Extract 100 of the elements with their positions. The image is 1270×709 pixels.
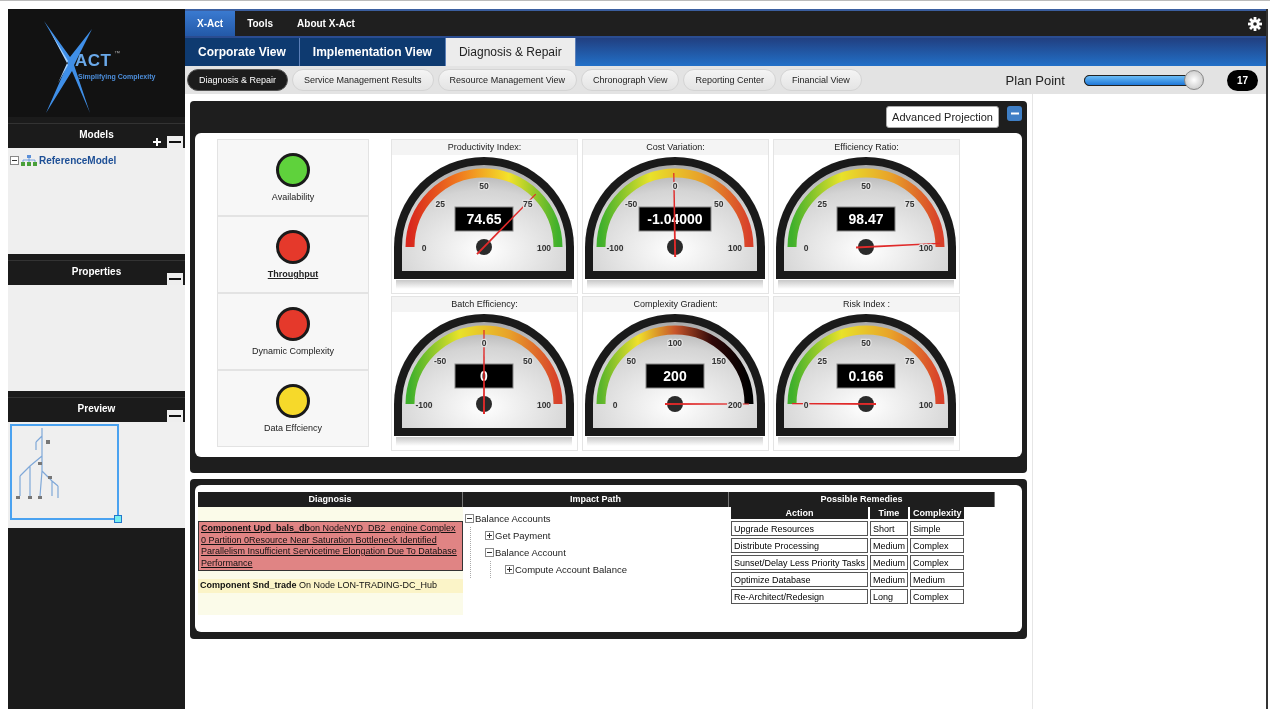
settings-icon[interactable]	[1248, 16, 1262, 31]
resize-handle[interactable]	[114, 515, 122, 523]
gauge-title: Efficiency Ratio:	[774, 140, 959, 155]
gauge-scale-label: -50	[625, 199, 638, 210]
gauge-title: Productivity Index:	[392, 140, 577, 155]
view-tab[interactable]: Corporate View	[185, 38, 300, 66]
table-cell: Re-Architect/Redesign	[731, 589, 868, 604]
diagnosis-entry[interactable]: Component Snd_trade On Node LON-TRADING-DC_Hub	[198, 579, 463, 593]
gauge-scale-label: 100	[727, 243, 743, 253]
table-cell: Short	[869, 521, 908, 536]
column-header: Impact Path	[463, 492, 729, 507]
table-cell: Sunset/Delay Less Priority Tasks	[731, 555, 868, 570]
sub-tab[interactable]: Resource Management View	[437, 69, 577, 91]
diagnosis-entry[interactable]: Component Upd_bals_dbon NodeNYD_DB2_engine Complex 0 Partition 0Resource Near Saturation Bottleneck Identified Parallelism Insufficient Servicetime Elongation Due To Database Performance	[198, 521, 463, 571]
advanced-projection-button[interactable]: Advanced Projection	[886, 106, 999, 128]
table-cell: Optimize Database	[731, 572, 868, 587]
expand-icon[interactable]	[485, 531, 494, 540]
tree-model-icon	[20, 154, 38, 166]
gauge-scale-label: 50	[626, 356, 636, 367]
gauge-scale-label: 0	[803, 400, 809, 410]
menu-tab[interactable]: About X-Act	[285, 11, 367, 36]
column-header: Diagnosis	[198, 492, 463, 507]
gauge-scale-label: 50	[714, 199, 724, 210]
gauge-readout: 0.166	[836, 363, 896, 389]
gauge-scale-label: 100	[918, 243, 934, 253]
minus-icon	[169, 140, 181, 144]
plus-icon	[152, 137, 162, 147]
sub-tab[interactable]: Diagnosis & Repair	[187, 69, 289, 91]
table-cell: Long	[869, 589, 908, 604]
gauge-scale-label: 75	[905, 356, 915, 367]
gauge-title: Risk Index :	[774, 297, 959, 312]
status-label[interactable]: Throughput	[267, 269, 319, 279]
status-label: Data Effciency	[264, 423, 322, 433]
gauge-scale-label: 100	[918, 400, 934, 410]
view-tab[interactable]: Implementation View	[299, 38, 446, 66]
gauge-scale-label: -100	[415, 400, 433, 410]
column-header: Action	[731, 507, 868, 519]
column-header: Possible Remedies	[729, 492, 995, 507]
gauge-scale-label: 50	[861, 338, 871, 348]
collapse-icon[interactable]	[10, 156, 19, 165]
gauge-scale-label: -50	[434, 356, 447, 367]
sub-tab[interactable]: Service Management Results	[292, 69, 434, 91]
gauge-scale-label: 25	[435, 199, 445, 210]
gauge-scale-label: 0	[481, 338, 487, 348]
gauge-scale-label: 50	[479, 181, 489, 191]
table-cell: Medium	[909, 572, 965, 587]
gauge-title: Complexity Gradient:	[583, 297, 768, 312]
gauge-readout: 74.65	[454, 206, 514, 232]
minus-icon	[1010, 112, 1019, 115]
logo-wordmark: ACT	[75, 51, 112, 71]
menu-tab[interactable]: Tools	[235, 11, 286, 36]
slider-label: Plan Point	[1005, 72, 1065, 88]
table-cell: Complex	[909, 538, 965, 553]
collapse-icon[interactable]	[485, 548, 494, 557]
collapse-icon[interactable]	[465, 514, 474, 523]
gauge-scale-label: -100	[606, 243, 624, 253]
gauge-scale-label: 75	[905, 199, 915, 210]
sub-tab[interactable]: Chronograph View	[581, 69, 680, 91]
expand-icon[interactable]	[505, 565, 514, 574]
gauge-title: Cost Variation:	[583, 140, 768, 155]
gauge-scale-label: 0	[803, 243, 809, 253]
table-cell: Medium	[869, 572, 908, 587]
tree-item[interactable]: Get Payment	[495, 530, 551, 541]
tree-item[interactable]: Balance Account	[495, 547, 566, 558]
status-label: Availability	[271, 192, 315, 202]
panel-title: Properties	[70, 266, 123, 277]
menu-tab[interactable]: X-Act	[185, 11, 236, 36]
minus-icon	[169, 277, 181, 281]
gauge-scale-label: 100	[667, 338, 683, 348]
gauge-scale-label: 25	[817, 356, 827, 367]
panel-title: Models	[78, 129, 115, 140]
gauge-scale-label: 100	[536, 400, 552, 410]
gauge-scale-label: 50	[861, 181, 871, 191]
slider-value: 17	[1226, 69, 1258, 91]
tree-item[interactable]: Compute Account Balance	[515, 564, 627, 575]
status-label: Dynamic Complexity	[252, 346, 334, 356]
table-cell: Upgrade Resources	[731, 521, 868, 536]
gauge-scale-label: 0	[612, 400, 618, 410]
table-cell: Medium	[869, 538, 908, 553]
table-cell: Complex	[909, 555, 965, 570]
view-tab[interactable]: Diagnosis & Repair	[445, 38, 576, 66]
collapse-button[interactable]	[1007, 106, 1022, 121]
gauge-scale-label: 150	[711, 356, 726, 367]
collapse-button[interactable]	[167, 273, 183, 285]
gauge-scale-label: 0	[672, 181, 678, 191]
tree-item[interactable]: ReferenceModel	[39, 154, 117, 166]
table-cell: Distribute Processing	[731, 538, 868, 553]
collapse-button[interactable]	[167, 136, 183, 148]
gauge-scale-label: 50	[523, 356, 533, 367]
gauge-title: Batch Efficiency:	[392, 297, 577, 312]
gauge-readout: 200	[645, 363, 705, 389]
sub-tab[interactable]: Reporting Center	[683, 69, 776, 91]
gauge-scale-label: 25	[817, 199, 827, 210]
gauge-scale-label: 100	[536, 243, 552, 253]
collapse-button[interactable]	[167, 410, 183, 422]
sub-tab[interactable]: Financial View	[779, 69, 862, 91]
tree-item[interactable]: Balance Accounts	[475, 513, 551, 524]
slider-thumb[interactable]	[1183, 69, 1204, 90]
table-cell: Medium	[869, 555, 908, 570]
column-header: Complexity	[909, 507, 965, 519]
